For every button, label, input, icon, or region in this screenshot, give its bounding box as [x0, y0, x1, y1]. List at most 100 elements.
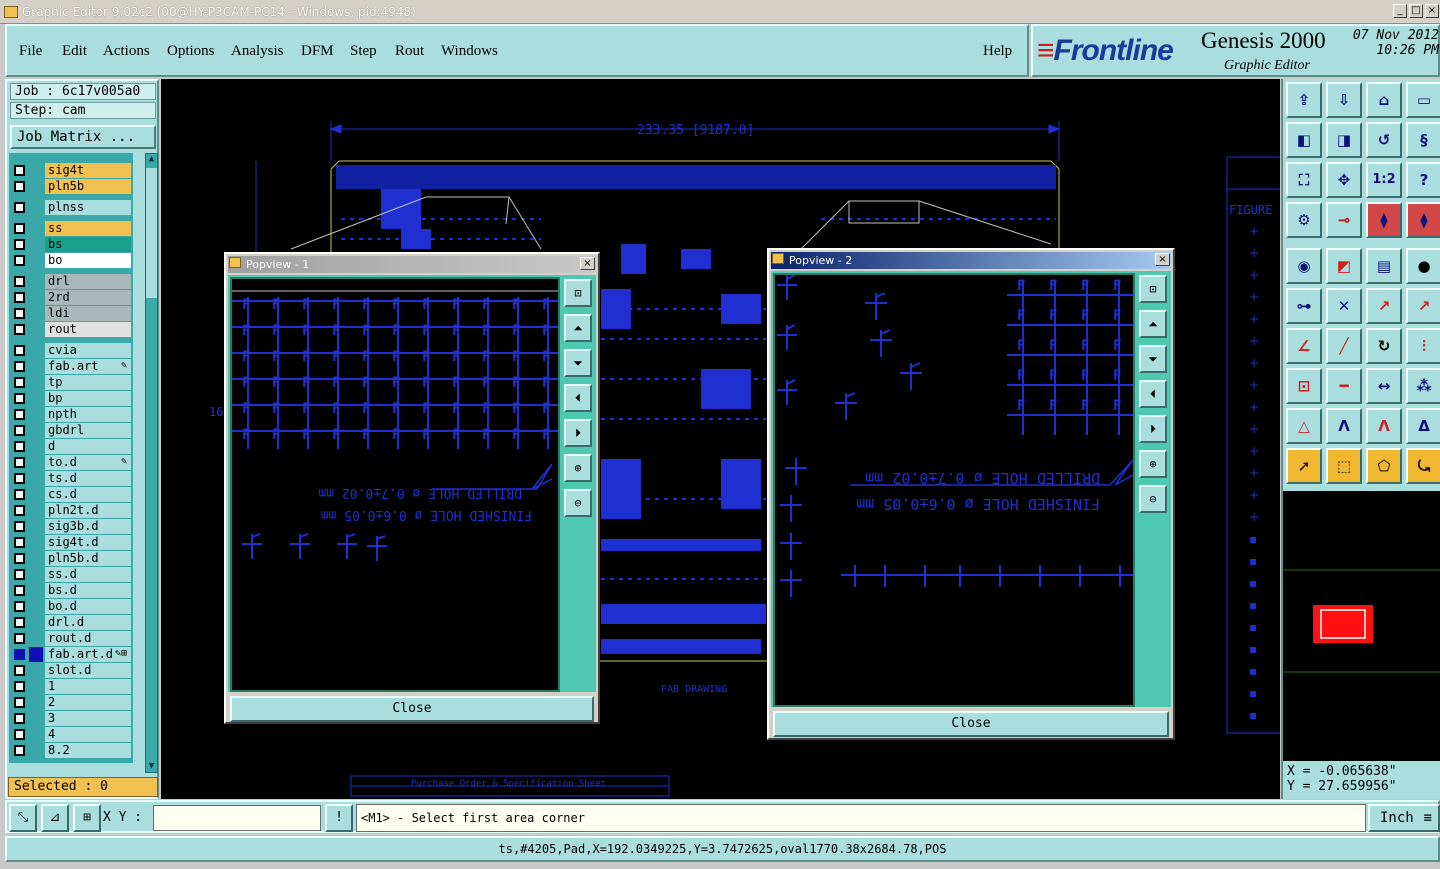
- peak-red-icon[interactable]: Λ: [1366, 408, 1402, 444]
- layer-name[interactable]: pln5b.d: [45, 551, 131, 566]
- layer-checkbox[interactable]: [14, 223, 25, 234]
- layer-row[interactable]: pln2t.d: [9, 503, 133, 518]
- layer-checkbox[interactable]: [14, 521, 25, 532]
- layer-checkbox[interactable]: [14, 409, 25, 420]
- scroll-down-icon[interactable]: ▼: [146, 761, 157, 772]
- popview-1-fit-icon[interactable]: ⊡: [564, 279, 592, 307]
- layer-name[interactable]: 2rd: [45, 290, 131, 305]
- menu-analysis[interactable]: Analysis: [231, 43, 284, 60]
- layer-row[interactable]: to.d ✎: [9, 455, 133, 470]
- point-icon[interactable]: ●: [1406, 248, 1440, 284]
- popview-2-close-icon[interactable]: ×: [1155, 253, 1170, 266]
- layer-row[interactable]: bs: [9, 237, 133, 252]
- layer-name[interactable]: ldi: [45, 306, 131, 321]
- popview-1-titlebar[interactable]: Popview - 1: [228, 256, 596, 273]
- layer-name[interactable]: pln2t.d: [45, 503, 131, 518]
- angle-icon[interactable]: ∠: [1286, 328, 1322, 364]
- popview-2-fit-icon[interactable]: ⊡: [1139, 275, 1167, 303]
- layer-checkbox[interactable]: [14, 441, 25, 452]
- layer-name[interactable]: sig3b.d: [45, 519, 131, 534]
- select-net-icon[interactable]: ⤿: [1406, 448, 1440, 484]
- layer-name[interactable]: rout.d: [45, 631, 131, 646]
- menu-options[interactable]: Options: [167, 43, 215, 60]
- layer-row[interactable]: 3: [9, 711, 133, 726]
- layer-name[interactable]: fab.art ✎: [45, 359, 131, 374]
- save-icon[interactable]: ⇩: [1326, 82, 1362, 118]
- layer-name[interactable]: plnss: [45, 200, 131, 215]
- cross-icon[interactable]: ✕: [1326, 288, 1362, 324]
- open-job-icon[interactable]: ⇪: [1286, 82, 1322, 118]
- dash-icon[interactable]: ━: [1326, 368, 1362, 404]
- layer-checkbox[interactable]: [14, 729, 25, 740]
- layer-name[interactable]: pln5b: [45, 179, 131, 194]
- popview-1-close-button[interactable]: Close: [230, 696, 594, 722]
- menu-dfm[interactable]: DFM: [301, 43, 334, 60]
- layer-row[interactable]: 1: [9, 679, 133, 694]
- maximize-button[interactable]: □: [1409, 4, 1423, 18]
- layer-checkbox[interactable]: [14, 276, 25, 287]
- layer-row[interactable]: bo.d: [9, 599, 133, 614]
- scroll-thumb[interactable]: [146, 168, 157, 298]
- layer-row[interactable]: npth: [9, 407, 133, 422]
- popview-2-titlebar[interactable]: Popview - 2: [771, 252, 1171, 269]
- layer-row[interactable]: fab.art.d ✎⊞: [9, 647, 133, 662]
- xy-input[interactable]: [153, 805, 321, 831]
- layer-row[interactable]: bp: [9, 391, 133, 406]
- popview-1-pan-right-icon[interactable]: ⏵: [564, 419, 592, 447]
- layer-name[interactable]: sig4t: [45, 163, 131, 178]
- zoom-area-icon[interactable]: ⤡: [9, 804, 37, 832]
- layer-name[interactable]: bp: [45, 391, 131, 406]
- layer-name[interactable]: ts.d: [45, 471, 131, 486]
- layer-checkbox[interactable]: [14, 457, 25, 468]
- select-box-icon[interactable]: ⬚: [1326, 448, 1362, 484]
- zoom-forward-icon[interactable]: ◨: [1326, 122, 1362, 158]
- menu-step[interactable]: Step: [350, 43, 377, 60]
- layer-name[interactable]: bs.d: [45, 583, 131, 598]
- layer-row[interactable]: 8.2: [9, 743, 133, 758]
- layer-row[interactable]: ts.d: [9, 471, 133, 486]
- measure-icon[interactable]: ⚙: [1286, 202, 1322, 238]
- layer-checkbox[interactable]: [14, 553, 25, 564]
- menu-rout[interactable]: Rout: [395, 43, 424, 60]
- move-icon[interactable]: ↗: [1366, 288, 1402, 324]
- layer-row[interactable]: sig4t: [9, 163, 133, 178]
- arc-icon[interactable]: ↻: [1366, 328, 1402, 364]
- peak-line-icon[interactable]: Δ: [1406, 408, 1440, 444]
- menu-windows[interactable]: Windows: [441, 43, 498, 60]
- snap-grid-icon[interactable]: ⊿: [41, 804, 69, 832]
- units-selector[interactable]: Inch ≡: [1368, 804, 1440, 832]
- window-icon[interactable]: ▭: [1406, 82, 1440, 118]
- cluster-icon[interactable]: ⁂: [1406, 368, 1440, 404]
- overview-map[interactable]: [1283, 491, 1440, 761]
- ruler-icon[interactable]: ▤: [1366, 248, 1402, 284]
- layers-filter-icon[interactable]: ⧫: [1366, 202, 1402, 238]
- layer-name[interactable]: cs.d: [45, 487, 131, 502]
- layer-name[interactable]: bo: [45, 253, 131, 268]
- popview-1-zoom-out-icon[interactable]: ⊖: [564, 489, 592, 517]
- layer-row[interactable]: 4: [9, 727, 133, 742]
- help-icon[interactable]: ?: [1406, 162, 1440, 198]
- layer-name[interactable]: 2: [45, 695, 131, 710]
- window-close-button[interactable]: ×: [1425, 4, 1439, 18]
- layer-name[interactable]: 1: [45, 679, 131, 694]
- layer-checkbox[interactable]: [14, 377, 25, 388]
- layer-row[interactable]: sig4t.d: [9, 535, 133, 550]
- popview-1-close-icon[interactable]: ×: [580, 257, 595, 270]
- popview-2-pan-up-icon[interactable]: ⏶: [1139, 310, 1167, 338]
- job-matrix-button[interactable]: Job Matrix ...: [10, 125, 156, 149]
- layer-checkbox[interactable]: [14, 697, 25, 708]
- layer-checkbox[interactable]: [14, 393, 25, 404]
- layer-checkbox[interactable]: [14, 489, 25, 500]
- redraw-icon[interactable]: ↺: [1366, 122, 1402, 158]
- layer-checkbox[interactable]: [14, 473, 25, 484]
- popview-1-view[interactable]: FFFFFFFFFFF FFFFFFFFFFF FFFFFFFFFFF FFFF…: [230, 277, 560, 692]
- popview-1-pan-up-icon[interactable]: ⏶: [564, 314, 592, 342]
- popview-2-pan-left-icon[interactable]: ⏴: [1139, 380, 1167, 408]
- layer-row[interactable]: slot.d: [9, 663, 133, 678]
- layer-name[interactable]: drl.d: [45, 615, 131, 630]
- copy-icon[interactable]: ↗: [1406, 288, 1440, 324]
- popview-1-pan-down-icon[interactable]: ⏷: [564, 349, 592, 377]
- pad-add-icon[interactable]: ⊡: [1286, 368, 1322, 404]
- layer-checkbox[interactable]: [14, 681, 25, 692]
- layer-checkbox[interactable]: [14, 585, 25, 596]
